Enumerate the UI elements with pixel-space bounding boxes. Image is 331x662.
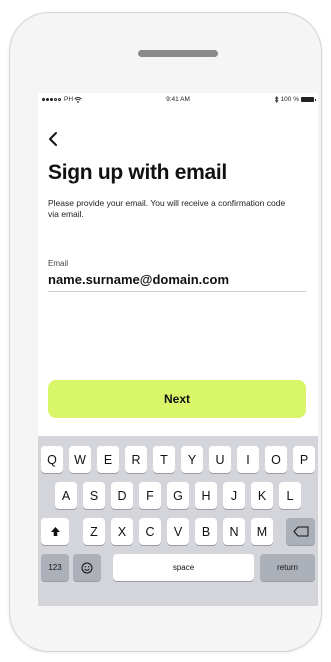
emoji-key[interactable]: [73, 554, 101, 581]
bluetooth-icon: [274, 96, 279, 103]
status-bar: PH 9:41 AM 100 %: [38, 93, 318, 107]
key-a[interactable]: A: [55, 482, 77, 509]
key-d[interactable]: D: [111, 482, 133, 509]
key-t[interactable]: T: [153, 446, 175, 473]
numbers-key[interactable]: 123: [41, 554, 69, 581]
key-l[interactable]: L: [279, 482, 301, 509]
email-field[interactable]: name.surname@domain.com: [48, 272, 229, 287]
key-i[interactable]: I: [237, 446, 259, 473]
key-x[interactable]: X: [111, 518, 133, 545]
next-button[interactable]: Next: [48, 380, 306, 418]
shift-icon: [50, 527, 60, 536]
shift-key[interactable]: [41, 518, 69, 545]
key-z[interactable]: Z: [83, 518, 105, 545]
key-e[interactable]: E: [97, 446, 119, 473]
key-u[interactable]: U: [209, 446, 231, 473]
key-h[interactable]: H: [195, 482, 217, 509]
delete-icon: [293, 526, 308, 537]
battery-percent: 100 %: [280, 96, 299, 103]
back-button[interactable]: [48, 131, 58, 151]
speaker-grill: [138, 50, 218, 57]
key-w[interactable]: W: [69, 446, 91, 473]
app-screen: PH 9:41 AM 100 % Sign up with email Plea…: [38, 93, 318, 606]
key-r[interactable]: R: [125, 446, 147, 473]
key-y[interactable]: Y: [181, 446, 203, 473]
page-title: Sign up with email: [48, 161, 227, 184]
key-j[interactable]: J: [223, 482, 245, 509]
key-k[interactable]: K: [251, 482, 273, 509]
key-v[interactable]: V: [167, 518, 189, 545]
key-n[interactable]: N: [223, 518, 245, 545]
key-m[interactable]: M: [251, 518, 273, 545]
phone-frame: PH 9:41 AM 100 % Sign up with email Plea…: [9, 12, 322, 652]
key-q[interactable]: Q: [41, 446, 63, 473]
email-field-underline: [48, 291, 306, 292]
delete-key[interactable]: [286, 518, 315, 545]
emoji-icon: [81, 562, 93, 573]
keyboard: Q W E R T Y U I O P A S D F G H J K L Z …: [38, 436, 318, 606]
return-key[interactable]: return: [260, 554, 315, 581]
key-g[interactable]: G: [167, 482, 189, 509]
battery-icon: [301, 97, 316, 102]
chevron-left-icon: [49, 132, 57, 146]
key-s[interactable]: S: [83, 482, 105, 509]
key-o[interactable]: O: [265, 446, 287, 473]
page-description: Please provide your email. You will rece…: [48, 198, 286, 219]
key-f[interactable]: F: [139, 482, 161, 509]
space-key[interactable]: space: [113, 554, 254, 581]
key-b[interactable]: B: [195, 518, 217, 545]
key-p[interactable]: P: [293, 446, 315, 473]
email-label: Email: [48, 259, 69, 268]
key-c[interactable]: C: [139, 518, 161, 545]
status-right: 100 %: [274, 96, 316, 103]
